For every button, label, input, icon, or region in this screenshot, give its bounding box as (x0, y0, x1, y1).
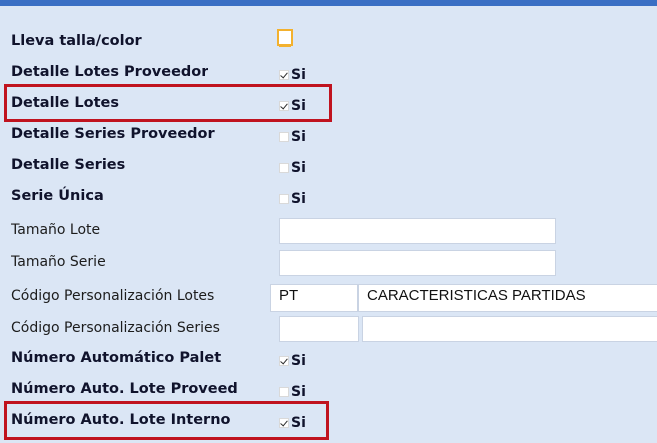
window-top-bar (0, 0, 657, 6)
lleva-talla-color-checkbox[interactable] (277, 29, 293, 47)
checkbox-box[interactable] (279, 194, 289, 204)
label-tamano-serie: Tamaño Serie (11, 254, 106, 270)
checkbox-label: Si (291, 353, 306, 369)
label-lleva-talla-color: Lleva talla/color (11, 33, 142, 49)
checkbox-label: Si (291, 191, 306, 207)
tamano-serie-input[interactable] (279, 250, 556, 276)
codigo-series-code-input[interactable] (279, 316, 359, 342)
checkbox-box[interactable] (279, 356, 289, 366)
label-detalle-series: Detalle Series (11, 157, 126, 173)
serie-unica-checkbox[interactable]: Si (279, 191, 306, 207)
codigo-lotes-code-input[interactable]: PT (270, 284, 358, 312)
label-tamano-lote: Tamaño Lote (11, 222, 101, 238)
checkbox-box[interactable] (279, 163, 289, 173)
checkbox-box[interactable] (279, 387, 289, 397)
row-numero-automatico-palet: Número Automático Palet Si (0, 343, 657, 374)
detalle-lotes-proveedor-checkbox[interactable]: Si (279, 67, 306, 83)
checkbox-box[interactable] (279, 70, 289, 80)
checkbox-label: Si (291, 67, 306, 83)
codigo-lotes-description-input[interactable]: CARACTERISTICAS PARTIDAS (358, 284, 657, 312)
codigo-series-description-input[interactable] (362, 316, 657, 342)
tamano-lote-input[interactable] (279, 218, 556, 244)
checkbox-label: Si (291, 160, 306, 176)
row-lleva-talla-color: Lleva talla/color (0, 26, 657, 57)
checkbox-box[interactable] (279, 132, 289, 142)
label-codigo-personalizacion-series: Código Personalización Series (11, 320, 220, 336)
label-detalle-series-proveedor: Detalle Series Proveedor (11, 126, 215, 142)
numero-auto-lote-proveed-checkbox[interactable]: Si (279, 384, 306, 400)
detalle-series-proveedor-checkbox[interactable]: Si (279, 129, 306, 145)
row-detalle-series-proveedor: Detalle Series Proveedor Si (0, 119, 657, 150)
detalle-series-checkbox[interactable]: Si (279, 160, 306, 176)
row-detalle-series: Detalle Series Si (0, 150, 657, 181)
label-serie-unica: Serie Única (11, 188, 104, 204)
numero-automatico-palet-checkbox[interactable]: Si (279, 353, 306, 369)
highlight-detalle-lotes (4, 84, 332, 122)
highlight-numero-auto-lote-interno (4, 401, 329, 440)
label-numero-automatico-palet: Número Automático Palet (11, 350, 222, 366)
checkbox-label: Si (291, 129, 306, 145)
label-codigo-personalizacion-lotes: Código Personalización Lotes (11, 288, 215, 304)
checkbox-label: Si (291, 384, 306, 400)
row-serie-unica: Serie Única Si (0, 181, 657, 212)
